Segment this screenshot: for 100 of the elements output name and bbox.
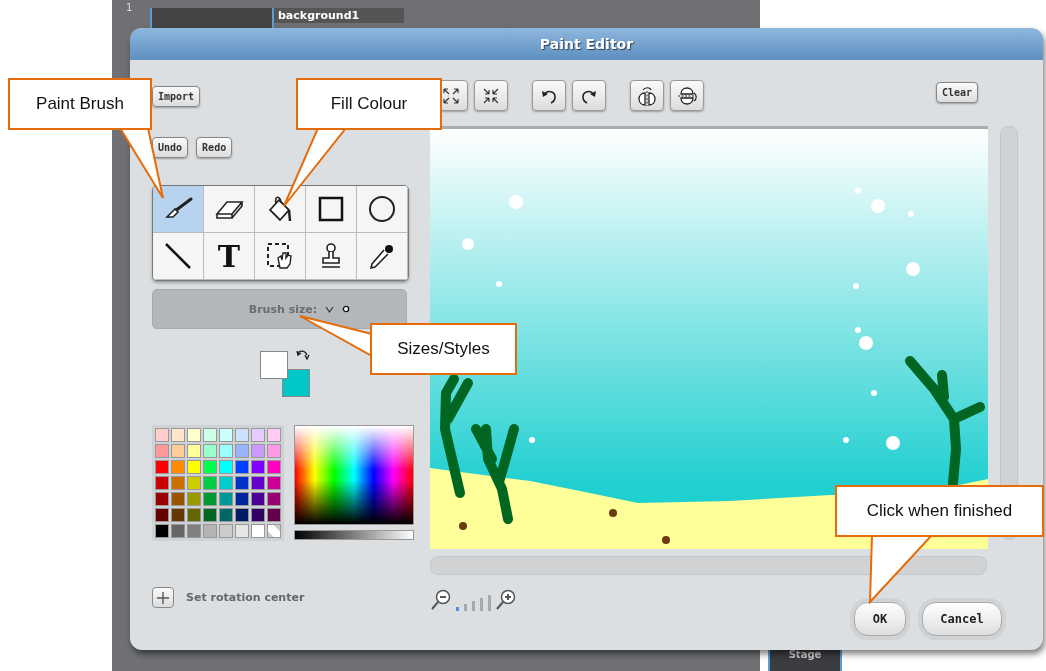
text-tool[interactable]: T: [204, 233, 255, 280]
ellipse-tool[interactable]: [357, 186, 408, 233]
color-swatch[interactable]: [155, 476, 169, 490]
color-swatch[interactable]: [235, 460, 249, 474]
color-swatch[interactable]: [219, 492, 233, 506]
color-swatch[interactable]: [187, 476, 201, 490]
color-swatch[interactable]: [267, 508, 281, 522]
rotate-left-button[interactable]: [532, 80, 566, 111]
color-swatch[interactable]: [235, 428, 249, 442]
color-swatch[interactable]: [203, 492, 217, 506]
secondary-color-swatch[interactable]: [282, 369, 310, 397]
color-swatch[interactable]: [251, 476, 265, 490]
color-swatch[interactable]: [251, 428, 265, 442]
stamp-tool[interactable]: [306, 233, 357, 280]
rectangle-tool[interactable]: [306, 186, 357, 233]
color-swatch[interactable]: [267, 428, 281, 442]
color-swatch[interactable]: [203, 428, 217, 442]
callout-tooltip: Fill Colour: [296, 78, 442, 130]
color-swatch[interactable]: [171, 444, 185, 458]
color-swatch[interactable]: [203, 476, 217, 490]
color-swatch[interactable]: [155, 444, 169, 458]
dropdown-caret-icon[interactable]: [325, 305, 335, 313]
primary-color-swatch[interactable]: [260, 351, 288, 379]
color-swatch[interactable]: [267, 460, 281, 474]
rectangle-icon: [318, 196, 344, 222]
color-swatch[interactable]: [219, 524, 233, 538]
clear-button[interactable]: Clear: [935, 82, 978, 103]
costume-number: 1: [126, 2, 133, 13]
color-swatch[interactable]: [235, 524, 249, 538]
color-swatch[interactable]: [171, 428, 185, 442]
color-swatch[interactable]: [267, 444, 281, 458]
color-swatch[interactable]: [251, 444, 265, 458]
ellipse-icon: [368, 195, 396, 223]
select-hand-icon: [266, 242, 294, 270]
color-swatch[interactable]: [267, 492, 281, 506]
zoom-out-icon[interactable]: [430, 589, 452, 611]
color-swatch[interactable]: [187, 460, 201, 474]
flip-vertical-icon: [676, 85, 698, 106]
grayscale-bar[interactable]: [294, 530, 414, 540]
color-swatch[interactable]: [171, 492, 185, 506]
select-tool[interactable]: [255, 233, 306, 280]
color-swatch[interactable]: [251, 460, 265, 474]
rotate-right-button[interactable]: [572, 80, 606, 111]
color-swatch[interactable]: [267, 476, 281, 490]
color-swatch[interactable]: [251, 524, 265, 538]
color-swatch[interactable]: [171, 508, 185, 522]
color-swatch[interactable]: [219, 476, 233, 490]
color-swatch[interactable]: [235, 476, 249, 490]
color-swatch[interactable]: [203, 508, 217, 522]
line-icon: [164, 242, 192, 270]
flip-vertical-button[interactable]: [670, 80, 704, 111]
color-swatch[interactable]: [219, 444, 233, 458]
color-swatch[interactable]: [219, 508, 233, 522]
eraser-tool[interactable]: [204, 186, 255, 233]
color-swatch[interactable]: [155, 428, 169, 442]
color-swatch[interactable]: [187, 524, 201, 538]
line-tool[interactable]: [153, 233, 204, 280]
swap-arrow-icon[interactable]: [296, 349, 310, 361]
shrink-button[interactable]: [474, 80, 508, 111]
redo-button[interactable]: Redo: [196, 137, 233, 158]
shrink-arrows-icon: [482, 86, 500, 105]
import-button[interactable]: Import: [152, 86, 201, 107]
color-swatch[interactable]: [251, 492, 265, 506]
color-swatch[interactable]: [171, 460, 185, 474]
color-swatch[interactable]: [235, 444, 249, 458]
plus-icon: [157, 591, 169, 604]
color-swatch[interactable]: [235, 492, 249, 506]
color-swatch[interactable]: [187, 428, 201, 442]
window-title: Paint Editor: [539, 36, 634, 52]
color-swatch[interactable]: [155, 492, 169, 506]
color-spectrum[interactable]: [294, 425, 414, 525]
undo-button[interactable]: Undo: [152, 137, 189, 158]
color-swatch[interactable]: [203, 444, 217, 458]
color-swatch[interactable]: [155, 460, 169, 474]
color-swatch[interactable]: [187, 508, 201, 522]
color-swatch[interactable]: [155, 508, 169, 522]
costume-name: background1: [274, 8, 404, 23]
brush-icon: [163, 197, 193, 221]
transparent-swatch[interactable]: [267, 524, 281, 538]
eyedropper-tool[interactable]: [357, 233, 408, 280]
flip-horizontal-button[interactable]: [630, 80, 664, 111]
color-swatch[interactable]: [171, 524, 185, 538]
horizontal-scrollbar[interactable]: [430, 556, 987, 575]
rotation-center-button[interactable]: [152, 587, 174, 608]
color-swatch[interactable]: [219, 428, 233, 442]
color-swatch[interactable]: [187, 444, 201, 458]
color-swatch[interactable]: [203, 524, 217, 538]
brush-tool[interactable]: [153, 186, 204, 233]
stamp-icon: [319, 242, 343, 270]
color-swatch[interactable]: [203, 460, 217, 474]
fill-tool[interactable]: [255, 186, 306, 233]
flip-horizontal-icon: [636, 85, 658, 106]
color-swatch[interactable]: [187, 492, 201, 506]
zoom-in-icon[interactable]: [495, 589, 517, 611]
color-swatch[interactable]: [219, 460, 233, 474]
color-swatch[interactable]: [251, 508, 265, 522]
color-swatch[interactable]: [155, 524, 169, 538]
brush-dot-icon: [342, 305, 351, 313]
color-swatch[interactable]: [235, 508, 249, 522]
color-swatch[interactable]: [171, 476, 185, 490]
